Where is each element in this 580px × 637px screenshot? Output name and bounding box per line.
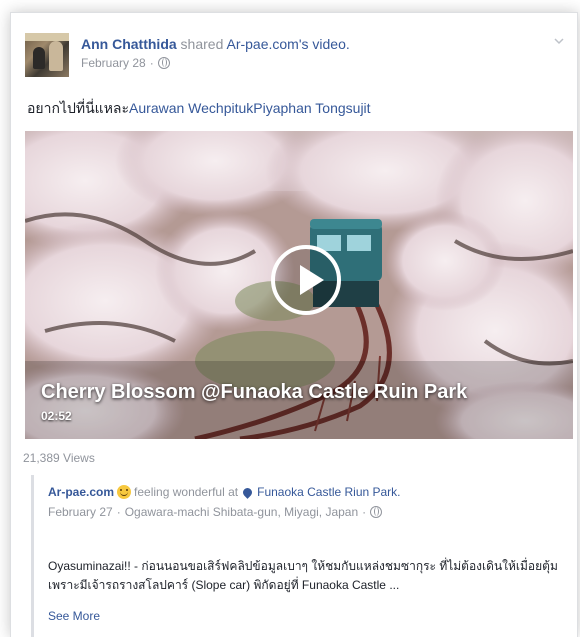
avatar[interactable] (25, 33, 69, 77)
action-text: shared (180, 36, 224, 52)
post-meta: February 28 · (81, 56, 170, 70)
post-header: Ann Chatthida shared Ar-pae.com's video.… (25, 33, 565, 77)
smile-emoji-icon (117, 485, 132, 499)
location-pin-icon (241, 485, 254, 499)
video-player[interactable]: Cherry Blossom @Funaoka Castle Ruin Park… (25, 131, 573, 439)
feeling-text: feeling wonderful at (134, 485, 239, 499)
post-card: Ann Chatthida shared Ar-pae.com's video.… (10, 12, 578, 637)
post-headline: Ann Chatthida shared Ar-pae.com's video. (81, 36, 350, 52)
shared-post-meta: February 27 · Ogawara-machi Shibata-gun,… (48, 505, 383, 519)
shared-post: Ar-pae.com feeling wonderful at Funaoka … (31, 475, 564, 637)
place-link[interactable]: Funaoka Castle Riun Park. (257, 485, 400, 499)
source-page-link[interactable]: Ar-pae.com's video. (226, 36, 349, 52)
shared-post-date-link[interactable]: February 27 (48, 505, 113, 519)
location-link[interactable]: Ogawara-machi Shibata-gun, Miyagi, Japan (125, 505, 358, 519)
post-message: อยากไปที่นี่แหละAurawan WechpitukPiyapha… (27, 100, 371, 116)
tagged-user-link[interactable]: Piyaphan Tongsujit (253, 100, 370, 116)
shared-page-link[interactable]: Ar-pae.com (48, 485, 114, 499)
post-date-link[interactable]: February 28 (81, 56, 146, 70)
see-more-link[interactable]: See More (48, 609, 100, 623)
globe-icon (370, 506, 383, 518)
video-duration: 02:52 (41, 409, 72, 423)
chevron-down-icon[interactable] (553, 35, 565, 47)
video-title: Cherry Blossom @Funaoka Castle Ruin Park (41, 381, 468, 403)
view-count: 21,389 Views (23, 451, 95, 465)
shared-post-description: Oyasuminazai!! - ก่อนนอนขอเสิร์ฟคลิปข้อม… (48, 559, 558, 592)
author-name-link[interactable]: Ann Chatthida (81, 36, 177, 52)
globe-icon (157, 57, 170, 69)
shared-post-headline: Ar-pae.com feeling wonderful at Funaoka … (48, 485, 401, 499)
play-icon[interactable] (271, 245, 341, 315)
tagged-user-link[interactable]: Aurawan Wechpituk (129, 100, 253, 116)
